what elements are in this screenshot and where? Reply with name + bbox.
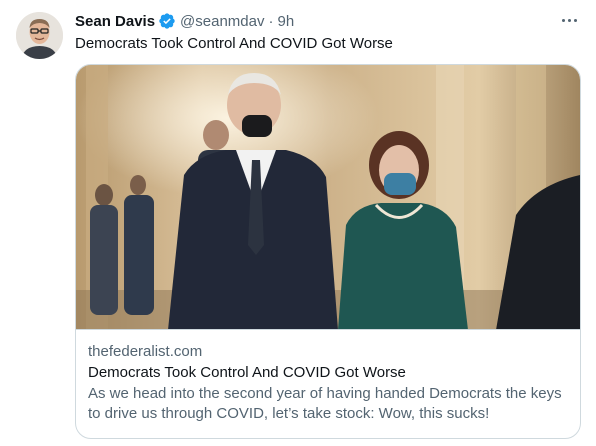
more-options-icon[interactable]: [556, 10, 582, 30]
more-dot: [567, 18, 571, 22]
more-dot: [573, 18, 577, 22]
tweet-text: Democrats Took Control And COVID Got Wor…: [75, 35, 393, 52]
tweet-header: Sean Davis @seanmdav · 9h: [75, 11, 294, 31]
separator-dot: ·: [268, 12, 274, 30]
author-name[interactable]: Sean Davis: [75, 13, 155, 30]
more-dot: [561, 18, 565, 22]
verified-badge-icon: [158, 12, 176, 30]
card-title: Democrats Took Control And COVID Got Wor…: [88, 364, 406, 381]
card-body: thefederalist.com Democrats Took Control…: [88, 342, 574, 424]
card-description: As we head into the second year of havin…: [88, 385, 562, 422]
card-photo: [76, 65, 580, 329]
avatar[interactable]: [16, 12, 63, 59]
link-preview-card[interactable]: thefederalist.com Democrats Took Control…: [75, 64, 581, 439]
card-domain: thefederalist.com: [88, 343, 203, 360]
author-handle[interactable]: @seanmdav: [180, 13, 264, 30]
card-image[interactable]: [76, 65, 580, 330]
timestamp[interactable]: 9h: [277, 13, 294, 30]
